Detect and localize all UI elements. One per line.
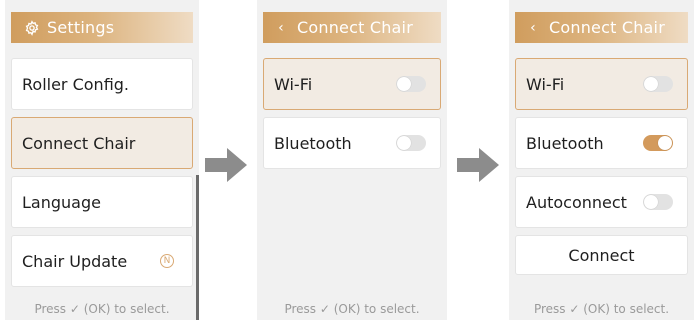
menu-item-wifi[interactable]: Wi-Fi (515, 58, 688, 110)
menu-item-chair-update[interactable]: Chair Update N (11, 235, 193, 287)
menu-item-connect-chair[interactable]: Connect Chair (11, 117, 193, 169)
settings-screen: Settings Roller Config. Connect Chair La… (5, 0, 199, 320)
autoconnect-toggle[interactable] (643, 194, 673, 210)
page-title: Connect Chair (297, 18, 413, 37)
connect-chair-header: ‹ Connect Chair (263, 12, 441, 43)
arrow-right-icon (205, 148, 247, 186)
connect-chair-header: ‹ Connect Chair (515, 12, 688, 43)
connect-chair-screen-bluetooth: ‹ Connect Chair Wi-Fi Bluetooth Autoconn… (509, 0, 694, 320)
wifi-toggle[interactable] (643, 76, 673, 92)
chevron-left-icon[interactable]: ‹ (275, 20, 287, 36)
arrow-right-icon (457, 148, 499, 186)
menu-item-label: Bluetooth (526, 133, 604, 153)
menu-item-wifi[interactable]: Wi-Fi (263, 58, 441, 110)
menu-item-roller-config[interactable]: Roller Config. (11, 58, 193, 110)
toggle-knob (658, 136, 672, 150)
scrollbar[interactable] (196, 175, 199, 320)
menu-item-bluetooth[interactable]: Bluetooth (515, 117, 688, 169)
footer-hint: Press ✓ (OK) to select. (34, 302, 170, 316)
connect-button-label: Connect (568, 245, 635, 265)
menu-item-label: Wi-Fi (526, 74, 565, 94)
menu-item-label: Autoconnect (526, 192, 627, 212)
menu-item-label: Connect Chair (22, 133, 136, 153)
menu-item-bluetooth[interactable]: Bluetooth (263, 117, 441, 169)
menu-item-autoconnect[interactable]: Autoconnect (515, 176, 688, 228)
connect-chair-screen: ‹ Connect Chair Wi-Fi Bluetooth Press ✓ … (257, 0, 447, 320)
toggle-knob (644, 195, 658, 209)
footer-hint: Press ✓ (OK) to select. (533, 302, 670, 316)
menu-item-label: Bluetooth (274, 133, 352, 153)
menu-item-language[interactable]: Language (11, 176, 193, 228)
menu-item-label: Chair Update (22, 251, 128, 271)
chevron-left-icon[interactable]: ‹ (527, 20, 539, 36)
gear-icon (23, 19, 41, 36)
page-title: Connect Chair (549, 18, 665, 37)
footer-hint: Press ✓ (OK) to select. (284, 302, 420, 316)
settings-header: Settings (11, 12, 193, 43)
menu-item-label: Language (22, 192, 101, 212)
menu-item-label: Wi-Fi (274, 74, 313, 94)
toggle-knob (644, 77, 658, 91)
page-title: Settings (47, 18, 115, 37)
toggle-knob (397, 136, 411, 150)
new-badge-icon: N (160, 254, 174, 268)
bluetooth-toggle[interactable] (643, 135, 673, 151)
menu-item-label: Roller Config. (22, 74, 130, 94)
connect-button[interactable]: Connect (515, 235, 688, 275)
toggle-knob (397, 77, 411, 91)
wifi-toggle[interactable] (396, 76, 426, 92)
bluetooth-toggle[interactable] (396, 135, 426, 151)
